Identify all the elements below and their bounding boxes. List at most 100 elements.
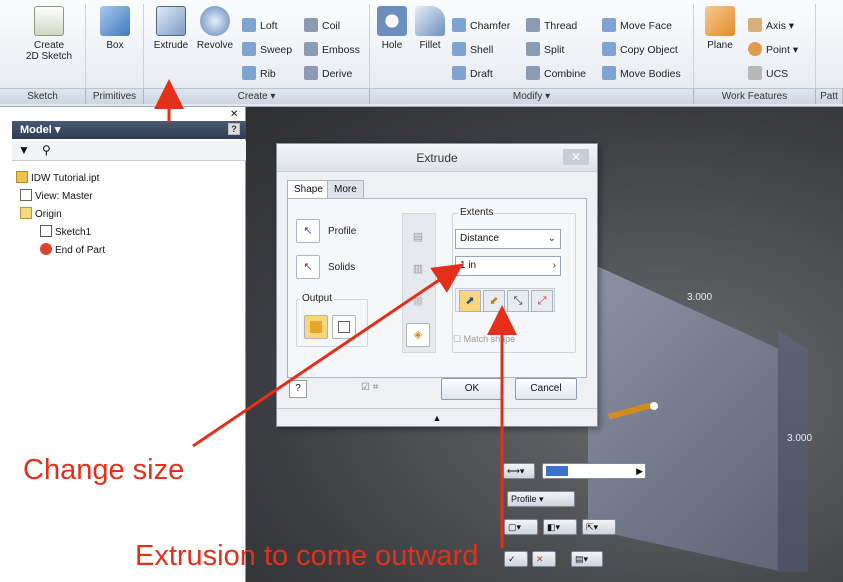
ucs-button[interactable]: UCS — [748, 65, 788, 83]
direction-2-icon: ⬋ — [489, 295, 499, 307]
intersect-icon: ▦ — [412, 295, 424, 307]
new-solid-button[interactable]: ◈ — [406, 323, 430, 347]
point-label: Point ▾ — [766, 44, 799, 56]
move-face-icon — [602, 18, 616, 32]
mini-output-button[interactable]: ▢▾ — [504, 519, 538, 535]
mini-direction-button[interactable]: ⇱▾ — [582, 519, 616, 535]
mini-distance-input[interactable]: ▶ — [542, 463, 646, 479]
manipulator-handle[interactable] — [650, 402, 658, 410]
join-button[interactable]: ▤ — [406, 225, 430, 249]
box-button[interactable]: Box — [92, 6, 138, 51]
cut-button[interactable]: ▥ — [406, 257, 430, 281]
thread-button[interactable]: Thread — [526, 17, 577, 35]
revolve-icon — [200, 6, 230, 36]
extrude-dialog: Extrude ✕ Shape More ↖ Profile ↖ Solids … — [276, 143, 598, 427]
emboss-button[interactable]: Emboss — [304, 41, 360, 59]
derive-button[interactable]: Derive — [304, 65, 352, 83]
emboss-icon — [304, 42, 318, 56]
tree-item-part[interactable]: IDW Tutorial.ipt — [16, 171, 99, 184]
dimension-right: 3.000 — [787, 433, 813, 444]
chevron-down-icon: ⌄ — [547, 233, 556, 244]
split-button[interactable]: Split — [526, 41, 564, 59]
cut-icon: ▥ — [412, 263, 424, 275]
filter-icon[interactable]: ▼ — [18, 143, 30, 157]
dialog-close-button[interactable]: ✕ — [563, 149, 589, 165]
combine-icon — [526, 66, 540, 80]
plane-button[interactable]: Plane — [698, 6, 742, 51]
find-binoculars-icon[interactable]: ⚲ — [42, 143, 51, 157]
direction-1-button[interactable]: ⬈ — [459, 290, 481, 312]
combine-button[interactable]: Combine — [526, 65, 586, 83]
loft-button[interactable]: Loft — [242, 17, 278, 35]
distance-value: 1 in — [460, 260, 477, 271]
shell-button[interactable]: Shell — [452, 41, 493, 59]
extrude-icon — [156, 6, 186, 36]
rib-button[interactable]: Rib — [242, 65, 276, 83]
point-button[interactable]: Point ▾ — [748, 41, 798, 59]
direction-2-button[interactable]: ⬋ — [483, 290, 505, 312]
extents-type-dropdown[interactable]: Distance ⌄ — [455, 229, 561, 249]
mini-ok-button[interactable]: ✓ — [504, 551, 528, 567]
tree-label: End of Part — [55, 245, 106, 256]
browser-close-icon[interactable]: ✕ — [230, 109, 238, 120]
symmetric-button[interactable]: ⤡ — [507, 290, 529, 312]
thread-label: Thread — [544, 20, 578, 32]
tree-item-origin[interactable]: Origin — [20, 207, 62, 220]
chamfer-button[interactable]: Chamfer — [452, 17, 510, 35]
dialog-expand-toggle[interactable]: ▲ — [277, 408, 597, 426]
profile-label: Profile — [328, 226, 357, 237]
output-solid-button[interactable] — [304, 315, 328, 339]
point-icon — [748, 42, 762, 56]
distance-input[interactable]: 1 in › — [455, 256, 561, 276]
fillet-button[interactable]: Fillet — [410, 6, 450, 51]
mini-operation-button[interactable]: ◧▾ — [543, 519, 577, 535]
mini-distance-toggle[interactable]: ⟷▾ — [503, 463, 535, 479]
tree-item-sketch1[interactable]: Sketch1 — [40, 225, 91, 238]
mini-apply-arrow-icon[interactable]: ▶ — [636, 464, 643, 478]
tab-shape[interactable]: Shape — [287, 180, 330, 198]
solids-select-button[interactable]: ↖ — [296, 255, 320, 279]
hole-label: Hole — [381, 40, 403, 51]
intersect-button[interactable]: ▦ — [406, 289, 430, 313]
browser-help-icon[interactable]: ? — [228, 123, 240, 135]
copy-object-icon — [602, 42, 616, 56]
output-surface-button[interactable] — [332, 315, 356, 339]
fillet-label: Fillet — [419, 40, 441, 51]
mini-profile-button[interactable]: Profile ▾ — [507, 491, 575, 507]
ucs-icon — [748, 66, 762, 80]
end-of-part-icon — [40, 243, 52, 255]
cancel-button[interactable]: Cancel — [515, 378, 577, 400]
profile-select-button[interactable]: ↖ — [296, 219, 320, 243]
ok-button[interactable]: OK — [441, 378, 503, 400]
mini-cancel-button[interactable]: ✕ — [532, 551, 556, 567]
extrude-button[interactable]: Extrude — [148, 6, 194, 51]
match-shape-checkbox[interactable]: ☐ Match shape — [453, 334, 515, 345]
hole-icon — [377, 6, 407, 36]
sweep-icon — [242, 42, 256, 56]
tree-item-view[interactable]: View: Master — [20, 189, 93, 202]
asymmetric-button[interactable]: ⤢ — [531, 290, 553, 312]
move-face-button[interactable]: Move Face — [602, 17, 672, 35]
revolve-button[interactable]: Revolve — [192, 6, 238, 51]
mini-options-button[interactable]: ▤▾ — [571, 551, 603, 567]
browser-header[interactable]: Model ▾ ? — [12, 121, 246, 139]
preview-checkbox[interactable]: ☑ ⌗ — [361, 382, 378, 393]
hole-button[interactable]: Hole — [372, 6, 412, 51]
copy-object-button[interactable]: Copy Object — [602, 41, 678, 59]
tree-item-end-of-part[interactable]: End of Part — [40, 243, 105, 256]
tab-more[interactable]: More — [327, 180, 364, 198]
coil-label: Coil — [322, 20, 341, 32]
derive-icon — [304, 66, 318, 80]
chamfer-label: Chamfer — [470, 20, 511, 32]
sweep-button[interactable]: Sweep — [242, 41, 292, 59]
direction-1-icon: ⬈ — [465, 295, 475, 307]
axis-button[interactable]: Axis ▾ — [748, 17, 794, 35]
coil-button[interactable]: Coil — [304, 17, 340, 35]
emboss-label: Emboss — [322, 44, 360, 56]
move-bodies-button[interactable]: Move Bodies — [602, 65, 681, 83]
create-2d-sketch-button[interactable]: Create 2D Sketch — [20, 6, 78, 62]
draft-button[interactable]: Draft — [452, 65, 493, 83]
panel-label-modify: Modify ▾ — [370, 88, 694, 104]
help-icon[interactable]: ? — [289, 380, 307, 398]
move-bodies-label: Move Bodies — [620, 68, 681, 80]
